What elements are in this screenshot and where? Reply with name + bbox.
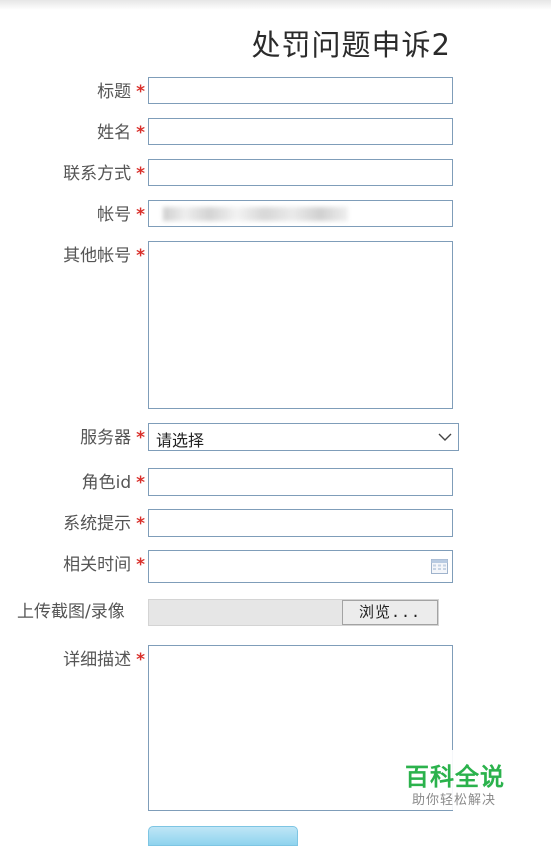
role-id-field[interactable] [148,468,453,496]
name-field[interactable] [148,118,453,145]
contact-input[interactable] [149,160,452,185]
calendar-icon[interactable] [431,559,448,574]
required-mark: * [136,82,145,102]
role-id-label-text: 角色id [81,473,132,493]
submit-button[interactable] [148,826,298,846]
subject-label: 标题 * [97,77,145,102]
description-label: 详细描述 * [63,645,145,670]
required-mark: * [136,428,145,448]
related-time-field[interactable] [148,550,453,583]
system-prompt-label: 系统提示 * [63,509,145,534]
required-mark: * [136,205,145,225]
subject-field[interactable] [148,77,453,104]
server-select[interactable]: 请选择 [148,423,459,451]
upload-label: 上传截图/录像 [17,602,125,622]
subject-label-text: 标题 [97,82,132,102]
system-prompt-label-text: 系统提示 [63,514,132,534]
subject-input[interactable] [149,78,452,103]
server-selected-value: 请选择 [156,431,205,450]
required-mark: * [136,473,145,493]
description-label-text: 详细描述 [63,650,132,670]
system-prompt-field[interactable] [148,509,453,537]
required-mark: * [136,164,145,184]
account-label-text: 帐号 [97,205,132,225]
other-accounts-textarea[interactable] [149,242,452,408]
contact-label: 联系方式 * [63,159,145,184]
role-id-input[interactable] [149,469,452,495]
other-accounts-label: 其他帐号 * [63,241,145,266]
related-time-input[interactable] [149,551,452,582]
name-label-text: 姓名 [97,123,132,143]
browse-button[interactable]: 浏览... [342,600,438,625]
system-prompt-input[interactable] [149,510,452,536]
other-accounts-label-text: 其他帐号 [63,246,132,266]
watermark-title: 百科全说 [405,763,505,791]
name-label: 姓名 * [97,118,145,143]
account-value-blurred [163,207,348,221]
account-label: 帐号 * [97,200,145,225]
required-mark: * [136,514,145,534]
role-id-label: 角色id * [82,468,145,493]
name-input[interactable] [149,119,452,144]
server-label: 服务器 * [80,423,145,448]
watermark-subtitle: 助你轻松解决 [412,793,497,808]
contact-field[interactable] [148,159,453,186]
upload-file-input[interactable]: 浏览... [148,599,439,626]
required-mark: * [136,650,145,670]
server-label-text: 服务器 [80,428,132,448]
top-band [0,0,551,10]
required-mark: * [136,123,145,143]
related-time-label-text: 相关时间 [63,555,132,575]
required-mark: * [136,246,145,266]
other-accounts-field[interactable] [148,241,453,409]
contact-label-text: 联系方式 [63,164,132,184]
related-time-label: 相关时间 * [63,550,145,575]
page-title: 处罚问题申诉2 [251,28,451,62]
account-field[interactable] [148,200,453,227]
chevron-down-icon [438,433,452,441]
watermark: 百科全说 助你轻松解决 [388,750,528,810]
required-mark: * [136,555,145,575]
